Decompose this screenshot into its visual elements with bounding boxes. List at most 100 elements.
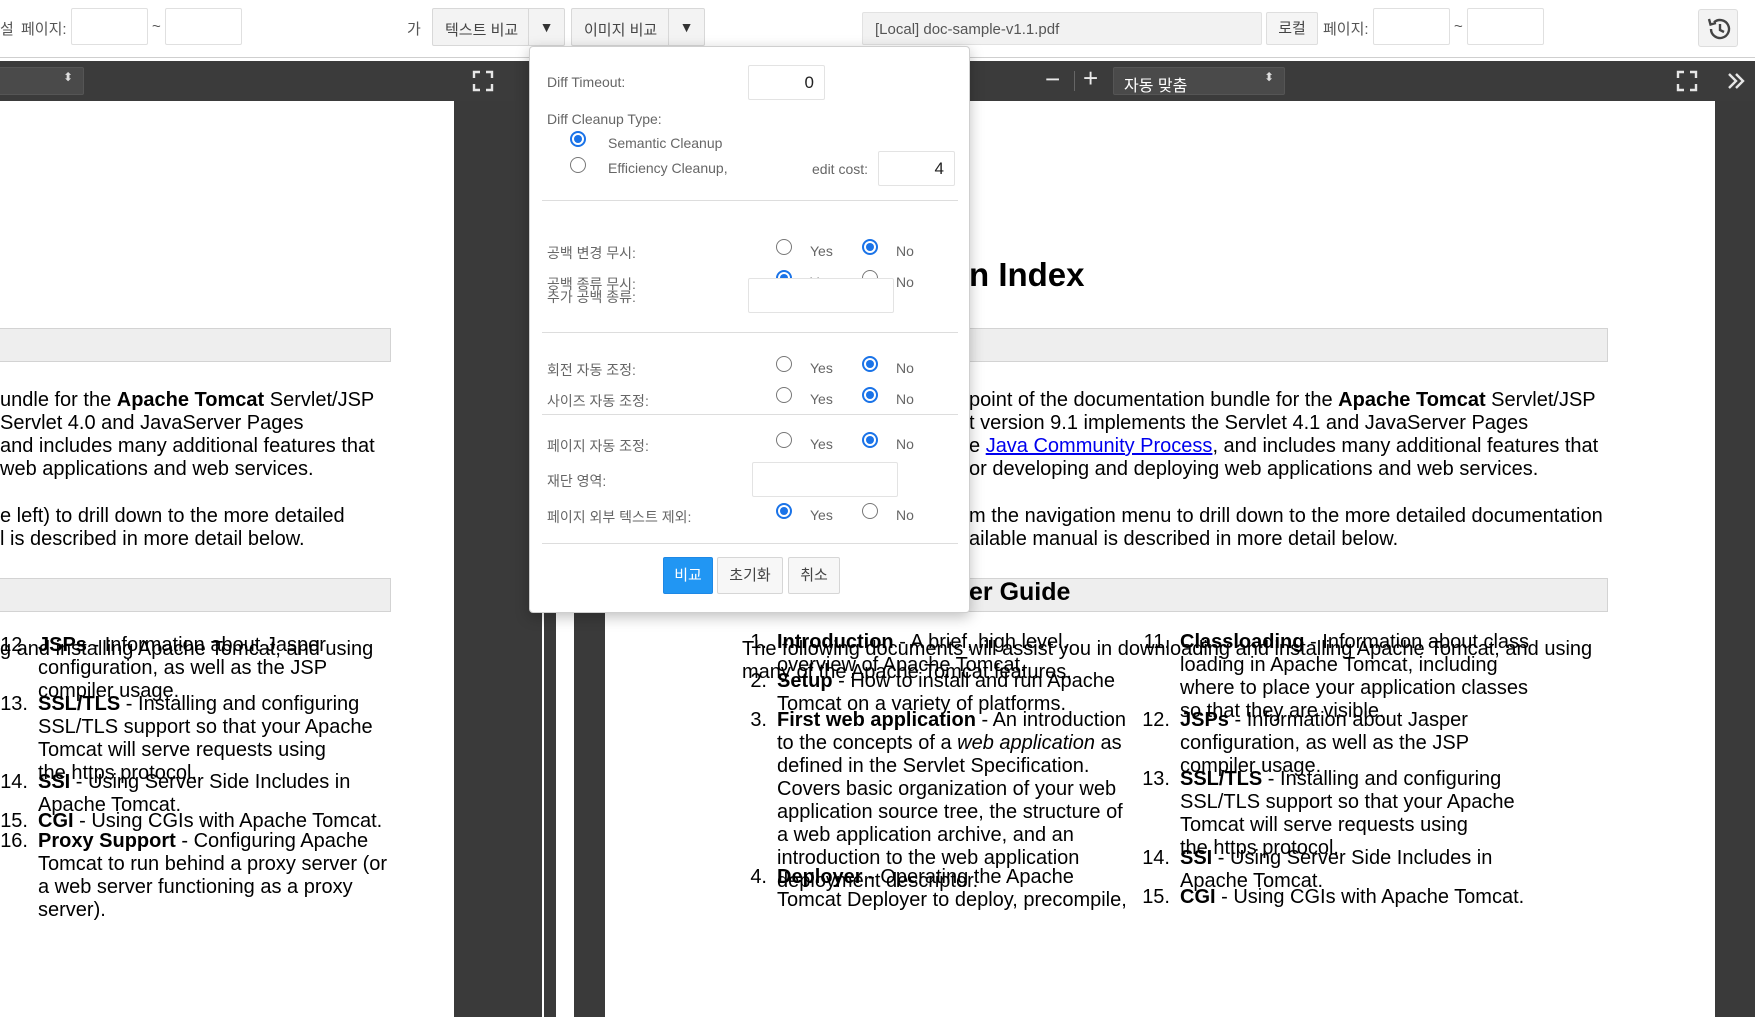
option-yes-radio[interactable] [776, 387, 792, 403]
list-item-text: CGI - Using CGIs with Apache Tomcat. [1180, 885, 1525, 908]
semantic-cleanup-label: Semantic Cleanup [608, 135, 723, 151]
list-item-number: 12. [1142, 709, 1170, 732]
option-yes-label: Yes [810, 243, 833, 259]
reset-button[interactable]: 초기화 [717, 557, 783, 594]
compare-options-popup: Diff Timeout: 0 Diff Cleanup Type: Seman… [529, 46, 970, 613]
right-page-tilde: ~ [1454, 18, 1463, 35]
cancel-button[interactable]: 취소 [788, 557, 840, 594]
list-item-title[interactable]: JSPs [38, 634, 87, 656]
option-yes-label: Yes [810, 360, 833, 376]
crop-area-label: 재단 영역: [547, 473, 607, 489]
text-compare-arrow-icon[interactable]: ▼ [528, 9, 564, 45]
image-compare-select[interactable]: 이미지 비교 ▼ [571, 8, 705, 46]
sidebar-toggle-icon[interactable] [1725, 70, 1747, 92]
zoom-in-button[interactable]: + [1083, 63, 1098, 94]
list-item-title[interactable]: Setup [777, 670, 833, 692]
option-yes-radio[interactable] [776, 432, 792, 448]
list-item-title[interactable]: First web application [777, 709, 976, 731]
zoom-out-button[interactable]: − [1045, 64, 1060, 95]
user-guide-heading: er Guide [969, 578, 1071, 606]
image-compare-label: 이미지 비교 [584, 22, 658, 39]
option-no-label: No [896, 274, 914, 290]
option-no-radio[interactable] [862, 356, 878, 372]
text-compare-select[interactable]: 텍스트 비교 ▼ [432, 8, 565, 46]
separator-2 [542, 332, 958, 333]
list-item-title[interactable]: JSPs [1180, 709, 1229, 731]
option-yes-label: Yes [810, 391, 833, 407]
right-file-input[interactable]: [Local] doc-sample-v1.1.pdf [862, 12, 1262, 45]
option-yes-radio[interactable] [776, 503, 792, 519]
right-zoom-caret-icon: ⬍ [1263, 70, 1274, 84]
jcp-link[interactable]: Java Community Process [986, 435, 1213, 457]
image-compare-arrow-icon[interactable]: ▼ [668, 9, 704, 45]
list-item-number: 11. [1143, 631, 1170, 653]
efficiency-cleanup-label: Efficiency Cleanup, [608, 160, 728, 176]
right-page-to-input[interactable] [1467, 8, 1544, 45]
edit-cost-input[interactable]: 4 [878, 151, 955, 186]
list-item-number: 15. [1142, 885, 1170, 908]
local-file-button[interactable]: 로컬 [1266, 12, 1318, 45]
diff-timeout-input[interactable]: 0 [748, 65, 825, 100]
left-cut-label: 설 [0, 21, 14, 38]
list-item-number: 1. [750, 631, 767, 653]
option-yes-label: Yes [810, 507, 833, 523]
semantic-cleanup-radio[interactable] [570, 131, 586, 147]
option-yes-radio[interactable] [776, 356, 792, 372]
option-yes-radio[interactable] [776, 239, 792, 255]
compare-button[interactable]: 비교 [663, 557, 713, 594]
list-item-number: 12. [0, 634, 28, 656]
right-page-label: 페이지: [1323, 21, 1369, 38]
edit-cost-label: edit cost: [812, 161, 869, 177]
list-item-number: 13. [1142, 768, 1170, 791]
left-fullscreen-icon[interactable] [472, 70, 494, 92]
option-row-label: 페이지 외부 텍스트 제외: [547, 509, 692, 525]
option-row-label: 사이즈 자동 조정: [547, 393, 649, 409]
option-no-label: No [896, 436, 914, 452]
right-page-from-input[interactable] [1373, 8, 1450, 45]
option-no-radio[interactable] [862, 239, 878, 255]
diff-timeout-label: Diff Timeout: [547, 74, 626, 90]
list-item-number: 4. [750, 866, 767, 889]
list-item-title[interactable]: Classloading [1180, 631, 1304, 653]
extra-whitespace-input[interactable] [748, 278, 894, 313]
option-no-radio[interactable] [862, 503, 878, 519]
left-section-bar-2 [0, 578, 391, 612]
list-item-number: 3. [750, 709, 767, 732]
list-item-title[interactable]: SSL/TLS [1180, 768, 1262, 790]
left-page-from-input[interactable] [71, 8, 148, 45]
history-button[interactable] [1698, 9, 1738, 47]
separator-3 [542, 414, 958, 415]
list-item-title[interactable]: SSL/TLS [38, 693, 120, 715]
font-size-label[interactable]: 가 [407, 18, 421, 39]
history-icon [1707, 18, 1731, 40]
cleanup-type-label: Diff Cleanup Type: [547, 111, 662, 127]
list-item-number: 13. [0, 692, 28, 715]
right-para-1: point of the documentation bundle for th… [969, 389, 1599, 480]
separator-4 [542, 543, 958, 544]
left-viewer[interactable]: undle for the Apache Tomcat Servlet/JSP … [0, 101, 516, 1017]
left-page-label: 페이지: [21, 21, 67, 38]
option-no-label: No [896, 243, 914, 259]
option-no-radio[interactable] [862, 387, 878, 403]
left-page-tilde: ~ [152, 18, 161, 35]
left-para-2: e left) to drill down to the more detail… [0, 505, 345, 550]
right-zoom-select[interactable]: 자동 맞춤 ⬍ [1113, 67, 1285, 95]
option-no-radio[interactable] [862, 432, 878, 448]
crop-area-input[interactable] [752, 462, 898, 497]
zoom-separator [1074, 71, 1075, 91]
list-item-title[interactable]: SSI [1180, 847, 1212, 869]
left-page-to-input[interactable] [165, 8, 242, 45]
list-item-title[interactable]: Deployer [777, 866, 863, 888]
list-item-title[interactable]: SSI [38, 771, 70, 793]
right-para-2: m the navigation menu to drill down to t… [969, 505, 1603, 550]
right-fullscreen-icon[interactable] [1676, 70, 1698, 92]
left-zoom-select[interactable]: ⬍ [0, 67, 84, 95]
list-item-title[interactable]: CGI [1180, 886, 1216, 908]
option-no-label: No [896, 391, 914, 407]
list-item-number: 2. [750, 670, 767, 693]
list-item-title[interactable]: Proxy Support [38, 830, 176, 852]
list-item-text: Proxy Support - Configuring Apache Tomcat… [38, 830, 388, 921]
list-item-title[interactable]: Introduction [777, 631, 894, 653]
efficiency-cleanup-radio[interactable] [570, 157, 586, 173]
option-yes-label: Yes [810, 436, 833, 452]
